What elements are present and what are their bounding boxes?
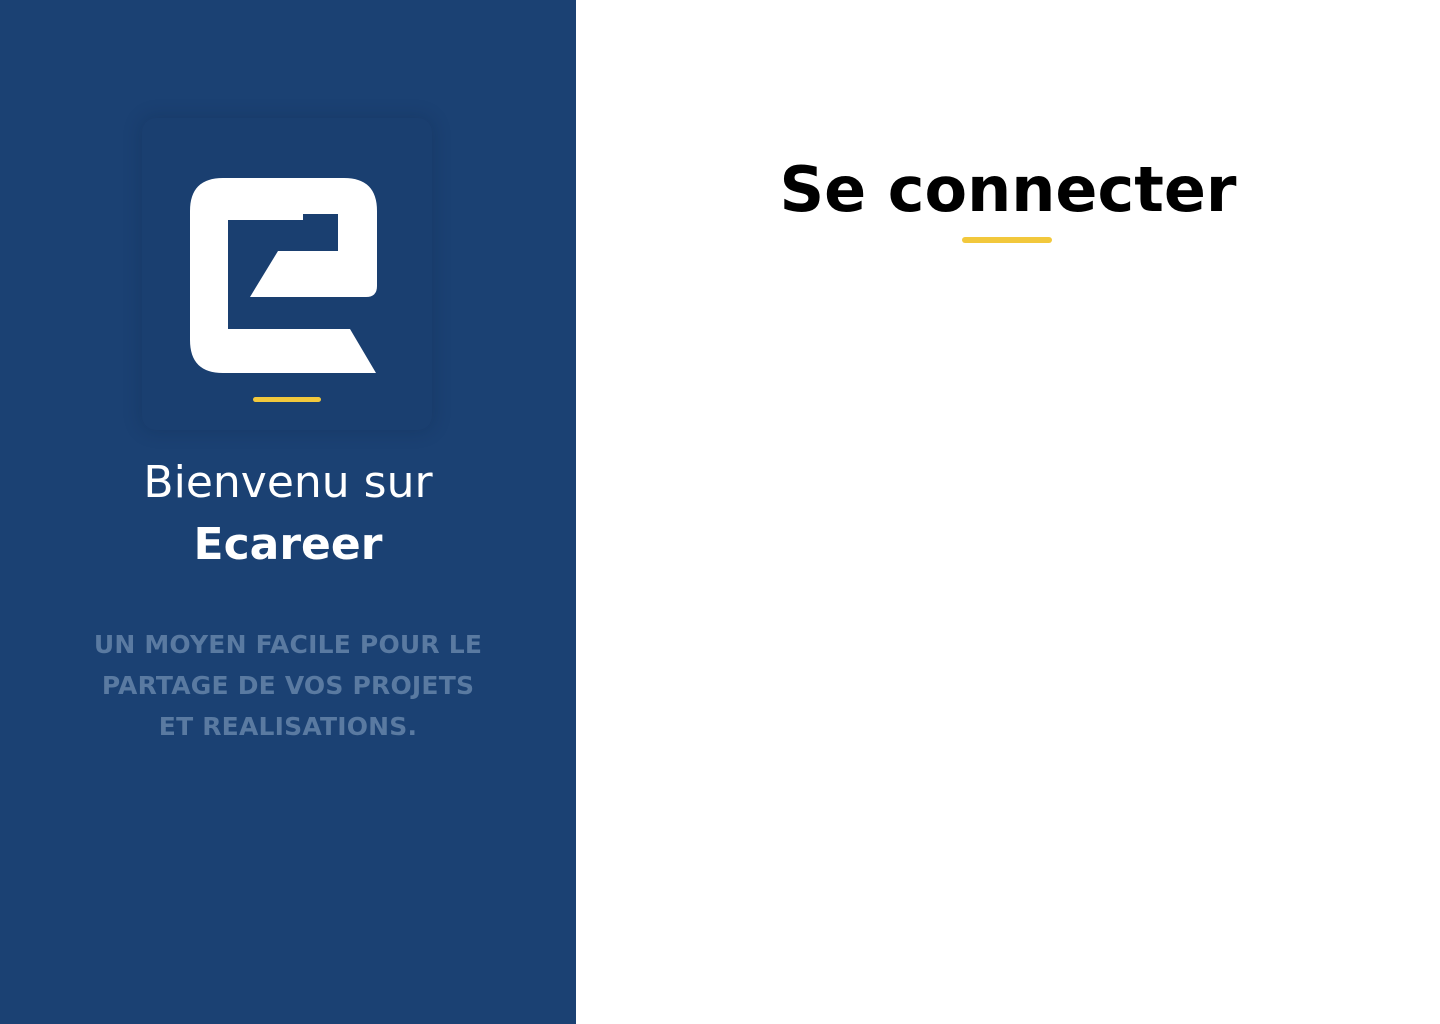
login-title: Se connecter [779,153,1237,226]
brand-panel: Bienvenu sur Ecareer UN MOYEN FACILE POU… [0,0,576,1024]
tagline-line-1: UN MOYEN FACILE POUR LE [93,630,483,659]
tagline: UN MOYEN FACILE POUR LE PARTAGE DE VOS P… [80,624,496,747]
login-panel: Se connecter [576,0,1440,1024]
title-accent-underline [962,237,1052,243]
login-page: Bienvenu sur Ecareer UN MOYEN FACILE POU… [0,0,1440,1024]
logo-accent-underline [253,397,321,402]
ecareer-logo-icon [190,178,377,373]
welcome-line-1: Bienvenu sur [143,457,433,508]
welcome-heading: Bienvenu sur Ecareer [0,452,576,576]
tagline-line-3: ET REALISATIONS. [158,712,418,741]
logo-card [142,118,432,430]
tagline-line-2: PARTAGE DE VOS PROJETS [101,671,475,700]
brand-name: Ecareer [193,519,383,570]
